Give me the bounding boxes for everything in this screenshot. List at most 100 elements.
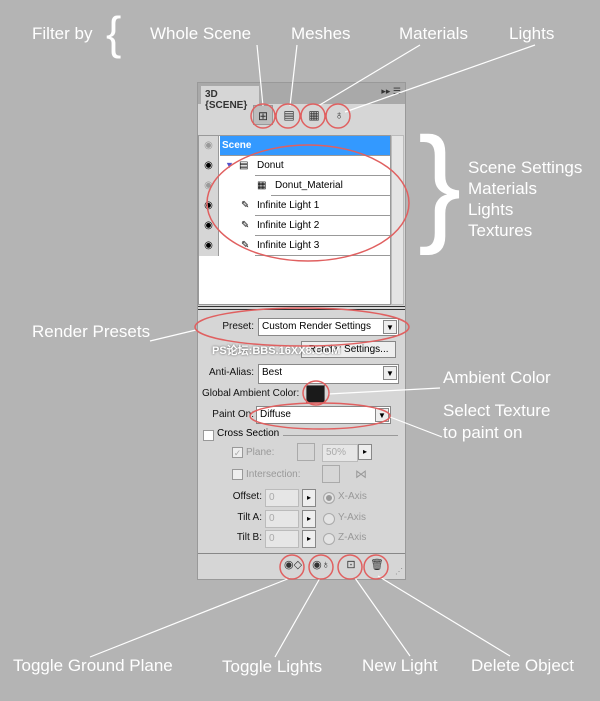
materials-label: Materials [399, 24, 468, 43]
section-divider [283, 435, 398, 436]
eye-icon[interactable]: ◉ [199, 176, 219, 196]
tilt-a-input[interactable]: 0 [265, 510, 299, 528]
x-axis-radio[interactable] [323, 492, 335, 504]
leader-line [377, 575, 511, 657]
new-light-label: New Light [362, 656, 438, 675]
x-axis-label: X-Axis [338, 491, 367, 502]
tilt-a-label: Tilt A: [237, 512, 262, 523]
brace-right-icon: } [418, 110, 462, 256]
tree-row-donut[interactable]: ◉ ▼ ▤ Donut [199, 156, 390, 176]
light-icon: ✎ [241, 200, 250, 211]
z-axis-radio[interactable] [323, 533, 335, 545]
offset-input[interactable]: 0 [265, 489, 299, 507]
preset-select[interactable]: Custom Render Settings ▼ [258, 318, 399, 336]
lights-right-label: Lights [468, 200, 514, 219]
paint-on-label: Paint On: [212, 409, 254, 420]
resize-grip-icon[interactable]: ⋰ [395, 567, 403, 576]
tilt-b-input[interactable]: 0 [265, 530, 299, 548]
y-axis-radio[interactable] [323, 513, 335, 525]
render-presets-label: Render Presets [32, 322, 151, 341]
tilt-b-label: Tilt B: [236, 532, 262, 543]
tree-scrollbar[interactable] [391, 135, 404, 305]
textures-label: Textures [468, 221, 533, 240]
light-icon: ✎ [241, 220, 250, 231]
plane-color-swatch[interactable] [297, 443, 315, 461]
3d-scene-panel: 3D {SCENE} ▸▸ ☰ ⊞ ▤ ▦ ♁ ◉ Scene ◉ ▼ ▤ Donut … [197, 82, 406, 580]
brace-icon: { [106, 7, 122, 59]
tree-label: Donut [255, 156, 390, 176]
ambient-color-swatch[interactable] [306, 385, 325, 403]
expand-triangle-icon[interactable]: ▼ [225, 156, 234, 175]
tree-row-light-3[interactable]: ◉ ✎ Infinite Light 3 [199, 236, 390, 256]
meshes-label: Meshes [291, 24, 351, 43]
tree-label: Infinite Light 2 [255, 216, 390, 236]
plane-opacity-slider-button[interactable]: ▸ [358, 444, 372, 460]
footer-divider [198, 553, 405, 554]
mesh-icon: ▤ [239, 160, 249, 171]
plane-opacity-input[interactable]: 50% [322, 444, 358, 462]
filter-whole-scene-icon[interactable]: ⊞ [253, 105, 273, 125]
watermark: PS论坛:BBS.16XX8.COM [212, 345, 341, 357]
chevron-down-icon: ▼ [375, 408, 389, 422]
tree-row-light-1[interactable]: ◉ ✎ Infinite Light 1 [199, 196, 390, 216]
toggle-lights-icon[interactable]: ◉♁ [312, 558, 330, 574]
leader-line [149, 329, 197, 342]
lights-label: Lights [509, 24, 555, 43]
leader-line [354, 577, 411, 657]
materials-right-label: Materials [468, 179, 537, 198]
panel-menu-icon[interactable]: ▸▸ ☰ [381, 86, 401, 97]
plane-checkbox[interactable]: ✓ [232, 447, 243, 458]
whole-scene-label: Whole Scene [150, 24, 252, 43]
offset-label: Offset: [232, 491, 262, 502]
eye-icon[interactable]: ◉ [199, 196, 219, 216]
select-texture-label: Select Texture [443, 401, 551, 420]
material-icon: ▦ [257, 180, 267, 191]
z-axis-label: Z-Axis [338, 532, 367, 543]
select-texture-label-2: to paint on [443, 423, 523, 442]
cross-section-label: Cross Section [217, 428, 280, 439]
tree-row-scene[interactable]: ◉ Scene [199, 136, 390, 156]
cross-section-checkbox[interactable] [203, 430, 214, 441]
y-axis-label: Y-Axis [338, 512, 366, 523]
flip-cross-section-icon[interactable]: ⋈ [355, 467, 367, 481]
anti-alias-value: Best [262, 367, 283, 378]
eye-icon[interactable]: ◉ [199, 136, 219, 156]
preset-value: Custom Render Settings [262, 321, 371, 332]
tab-3d-scene[interactable]: 3D {SCENE} [200, 85, 260, 111]
tree-label: Scene [220, 136, 390, 156]
tree-row-donut-material[interactable]: ◉ ▦ Donut_Material [199, 176, 390, 196]
toggle-lights-label: Toggle Lights [222, 657, 323, 676]
intersection-label: Intersection: [246, 469, 301, 480]
paint-on-select[interactable]: Diffuse ▼ [256, 406, 391, 424]
toggle-ground-plane-icon[interactable]: ◉◇ [284, 558, 302, 574]
tilt-b-slider-button[interactable]: ▸ [302, 530, 316, 548]
ambient-color-label: Global Ambient Color: [202, 388, 300, 399]
tree-row-light-2[interactable]: ◉ ✎ Infinite Light 2 [199, 216, 390, 236]
new-light-icon[interactable]: ⊡ [342, 558, 360, 574]
plane-label: Plane: [246, 447, 275, 458]
chevron-down-icon: ▼ [383, 366, 397, 380]
scene-settings-label: Scene Settings [468, 158, 583, 177]
filter-lights-icon[interactable]: ♁ [329, 105, 349, 125]
filter-meshes-icon[interactable]: ▤ [279, 105, 299, 125]
anti-alias-select[interactable]: Best ▼ [258, 364, 399, 384]
eye-icon[interactable]: ◉ [199, 236, 219, 256]
delete-trash-icon[interactable]: 🗑 [368, 558, 386, 574]
ambient-color-label: Ambient Color [443, 368, 551, 387]
filter-materials-icon[interactable]: ▦ [304, 105, 324, 125]
intersection-color-swatch[interactable] [322, 465, 340, 483]
paint-on-value: Diffuse [260, 409, 291, 420]
intersection-checkbox[interactable] [232, 469, 243, 480]
scene-tree: ◉ Scene ◉ ▼ ▤ Donut ◉ ▦ Donut_Material ◉ ✎ Infin… [198, 135, 391, 305]
eye-icon[interactable]: ◉ [199, 216, 219, 236]
tilt-a-slider-button[interactable]: ▸ [302, 510, 316, 528]
split-divider[interactable] [198, 306, 405, 310]
preset-label: Preset: [222, 321, 254, 332]
tree-label: Donut_Material [271, 176, 390, 196]
eye-icon[interactable]: ◉ [199, 156, 219, 176]
toggle-ground-plane-label: Toggle Ground Plane [13, 656, 173, 675]
chevron-down-icon: ▼ [383, 320, 397, 334]
anti-alias-label: Anti-Alias: [208, 367, 254, 378]
offset-slider-button[interactable]: ▸ [302, 489, 316, 507]
filter-by-label: Filter by [32, 24, 93, 43]
